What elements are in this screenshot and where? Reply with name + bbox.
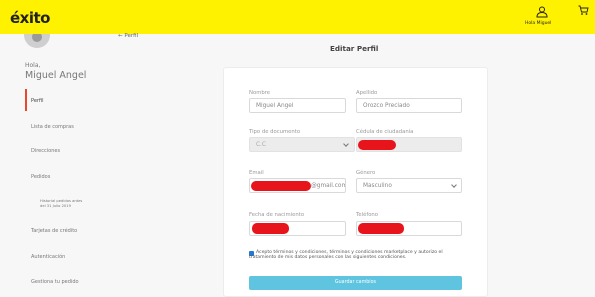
email-label: Email bbox=[249, 170, 264, 176]
tipo-documento-select[interactable]: C.C bbox=[249, 137, 355, 152]
page-title: Editar Perfil bbox=[330, 44, 379, 53]
tipo-documento-label: Tipo de documento bbox=[249, 129, 301, 135]
redaction-mark bbox=[358, 223, 404, 234]
nombre-field[interactable]: Miguel Angel bbox=[249, 98, 346, 113]
active-item-indicator bbox=[25, 89, 27, 111]
top-header: éxito Hola Miguel bbox=[0, 0, 595, 34]
sidebar-item-gestiona-tu-pedido[interactable]: Gestiona tu pedido bbox=[31, 279, 79, 285]
sidebar-item-autenticacion[interactable]: Autenticación bbox=[31, 254, 65, 260]
fecha-nacimiento-label: Fecha de nacimiento bbox=[249, 212, 305, 218]
apellido-field[interactable]: Orozco Preciado bbox=[356, 98, 462, 113]
redaction-mark bbox=[251, 181, 311, 191]
genero-select[interactable]: Masculino bbox=[356, 178, 462, 193]
save-button[interactable]: Guardar cambios bbox=[249, 276, 462, 290]
user-icon[interactable] bbox=[536, 6, 548, 18]
sidebar-item-historial-pedidos[interactable]: Historial pedidos antes del 31 Julio 201… bbox=[40, 199, 86, 208]
user-greeting-label[interactable]: Hola Miguel bbox=[525, 21, 551, 26]
redaction-mark bbox=[252, 223, 289, 234]
back-to-profile-link[interactable]: ← Perfil bbox=[118, 33, 138, 39]
sidebar-item-pedidos[interactable]: Pedidos bbox=[31, 174, 50, 180]
sidebar-item-tarjetas-de-credito[interactable]: Tarjetas de crédito bbox=[31, 228, 77, 234]
exito-logo[interactable]: éxito bbox=[10, 9, 50, 27]
telefono-label: Teléfono bbox=[356, 212, 379, 218]
greeting-text: Hola, bbox=[25, 62, 41, 69]
genero-label: Género bbox=[356, 170, 376, 176]
nombre-label: Nombre bbox=[249, 90, 271, 96]
redaction-mark bbox=[358, 140, 396, 150]
cart-icon[interactable] bbox=[578, 5, 589, 16]
user-name: Miguel Angel bbox=[25, 70, 87, 81]
sidebar-item-lista-de-compras[interactable]: Lista de compras bbox=[31, 124, 74, 130]
cedula-label: Cédula de ciudadanía bbox=[356, 129, 414, 135]
sidebar-item-direcciones[interactable]: Direcciones bbox=[31, 148, 60, 154]
sidebar-item-perfil[interactable]: Perfil bbox=[31, 98, 44, 104]
terms-text: Acepto términos y condiciones, términos … bbox=[249, 250, 443, 261]
apellido-label: Apellido bbox=[356, 90, 378, 96]
